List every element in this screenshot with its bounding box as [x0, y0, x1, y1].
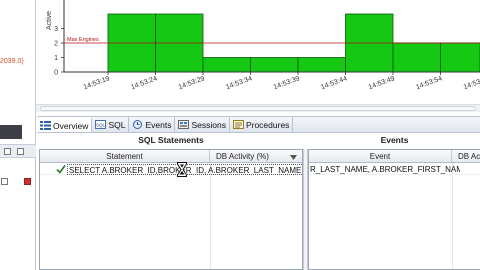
x-tick-label: 14:53:34	[225, 75, 253, 91]
event-column-label: Event	[369, 151, 391, 161]
x-tick-label: 14:53:39	[273, 75, 301, 91]
tab-sessions[interactable]: Sessions	[175, 117, 230, 132]
x-tick-label: 14:53:54	[415, 75, 443, 91]
db-activity-column-label: DB Activity (%)	[216, 151, 269, 161]
activity-chart: Max Engines Active 3 2 1 0 14:53:19 14:53:24 14…	[36, 0, 480, 114]
column-divider	[452, 163, 453, 269]
events-title: Events	[380, 135, 409, 145]
y-axis-label: Active	[46, 11, 53, 30]
event-column-header[interactable]: Event	[309, 150, 452, 163]
tab-overview-label: Overview	[53, 120, 89, 131]
sql-icon: SQL	[95, 120, 107, 129]
statement-column-label: Statement	[106, 151, 143, 161]
chart-horizontal-scrollbar[interactable]	[36, 104, 480, 112]
x-tick-label: 14:53:19	[83, 75, 111, 91]
activity-bar	[440, 42, 480, 73]
tab-events-label: Events	[145, 119, 172, 130]
checkbox-icon[interactable]	[1, 178, 8, 185]
maximize-icon[interactable]	[17, 148, 24, 155]
app-window: 2039.0) Max Engines Active 3 2 1 0 14:53:19 14…	[0, 0, 480, 270]
tab-procedures[interactable]: Procedures	[230, 117, 294, 132]
event-cell[interactable]: R_LAST_NAME, A.BROKER_FIRST_NAME BROKER_…	[310, 164, 460, 175]
overview-content: SQL Statements Events Statement DB Activ…	[37, 133, 480, 270]
db-activity-column-header[interactable]: DB Activity (%)	[210, 150, 302, 163]
max-engines-label: Max Engines	[67, 37, 99, 43]
sql-statements-title: SQL Statements	[138, 135, 204, 145]
clock-icon	[132, 120, 143, 129]
stop-icon[interactable]	[24, 178, 31, 185]
sql-statements-grid: Statement DB Activity (%) SELECT A.BROKE…	[39, 149, 303, 270]
tab-sessions-label: Sessions	[191, 119, 226, 130]
overview-icon	[40, 121, 51, 130]
check-icon	[56, 164, 66, 175]
activity-chart-svg: Max Engines Active 3 2 1 0 14:53:19 14:53:24 14…	[46, 0, 480, 91]
left-panel: 2039.0)	[0, 0, 36, 270]
y-tick-label: 2	[54, 41, 58, 48]
x-tick-label: 14:53:59	[463, 75, 480, 91]
x-tick-label: 14:53:44	[320, 75, 348, 91]
sql-table-row[interactable]: SELECT A.BROKER_ID,BROKER_ID, A.BROKER_L…	[40, 164, 302, 175]
left-panel-cut-text: 2039.0)	[0, 58, 24, 65]
svg-text:SQL: SQL	[96, 123, 106, 128]
sort-descending-icon[interactable]	[290, 153, 297, 162]
x-tick-label: 14:53:49	[368, 75, 396, 91]
events-table-row[interactable]: R_LAST_NAME, A.BROKER_FIRST_NAME BROKER_…	[309, 164, 480, 175]
y-tick-label: 3	[54, 26, 58, 33]
activity-bar	[392, 42, 441, 73]
left-panel-toolbar	[0, 144, 36, 158]
events-grid: Event DB Ac R_LAST_NAME, A.BROKER_FIRST_…	[308, 149, 480, 270]
activity-bar	[250, 57, 299, 73]
tab-events[interactable]: Events	[129, 117, 176, 132]
tab-sql[interactable]: SQL SQL	[92, 117, 130, 132]
events-db-activity-label: DB Ac	[458, 151, 480, 161]
tab-overview[interactable]: Overview	[37, 117, 93, 132]
db-activity-column-header-events[interactable]: DB Ac	[452, 150, 480, 163]
tab-procedures-label: Procedures	[245, 119, 290, 130]
column-divider	[210, 163, 211, 269]
activity-bar	[297, 57, 346, 73]
procedures-icon	[232, 120, 244, 129]
x-tick-label: 14:53:24	[130, 75, 158, 91]
activity-bar	[202, 57, 251, 73]
x-tick-label: 14:53:29	[178, 75, 206, 91]
view-tab-bar: Overview SQL SQL Events Sessions Procedu…	[37, 116, 480, 133]
sessions-icon	[178, 120, 190, 129]
minimize-icon[interactable]	[4, 148, 11, 155]
scrollbar-thumb[interactable]	[40, 106, 476, 111]
left-panel-tab[interactable]	[0, 125, 22, 139]
tab-sql-label: SQL	[108, 119, 126, 130]
y-tick-label: 1	[54, 55, 58, 62]
y-tick-label: 0	[54, 70, 58, 77]
hourglass-cursor-icon	[177, 162, 187, 182]
